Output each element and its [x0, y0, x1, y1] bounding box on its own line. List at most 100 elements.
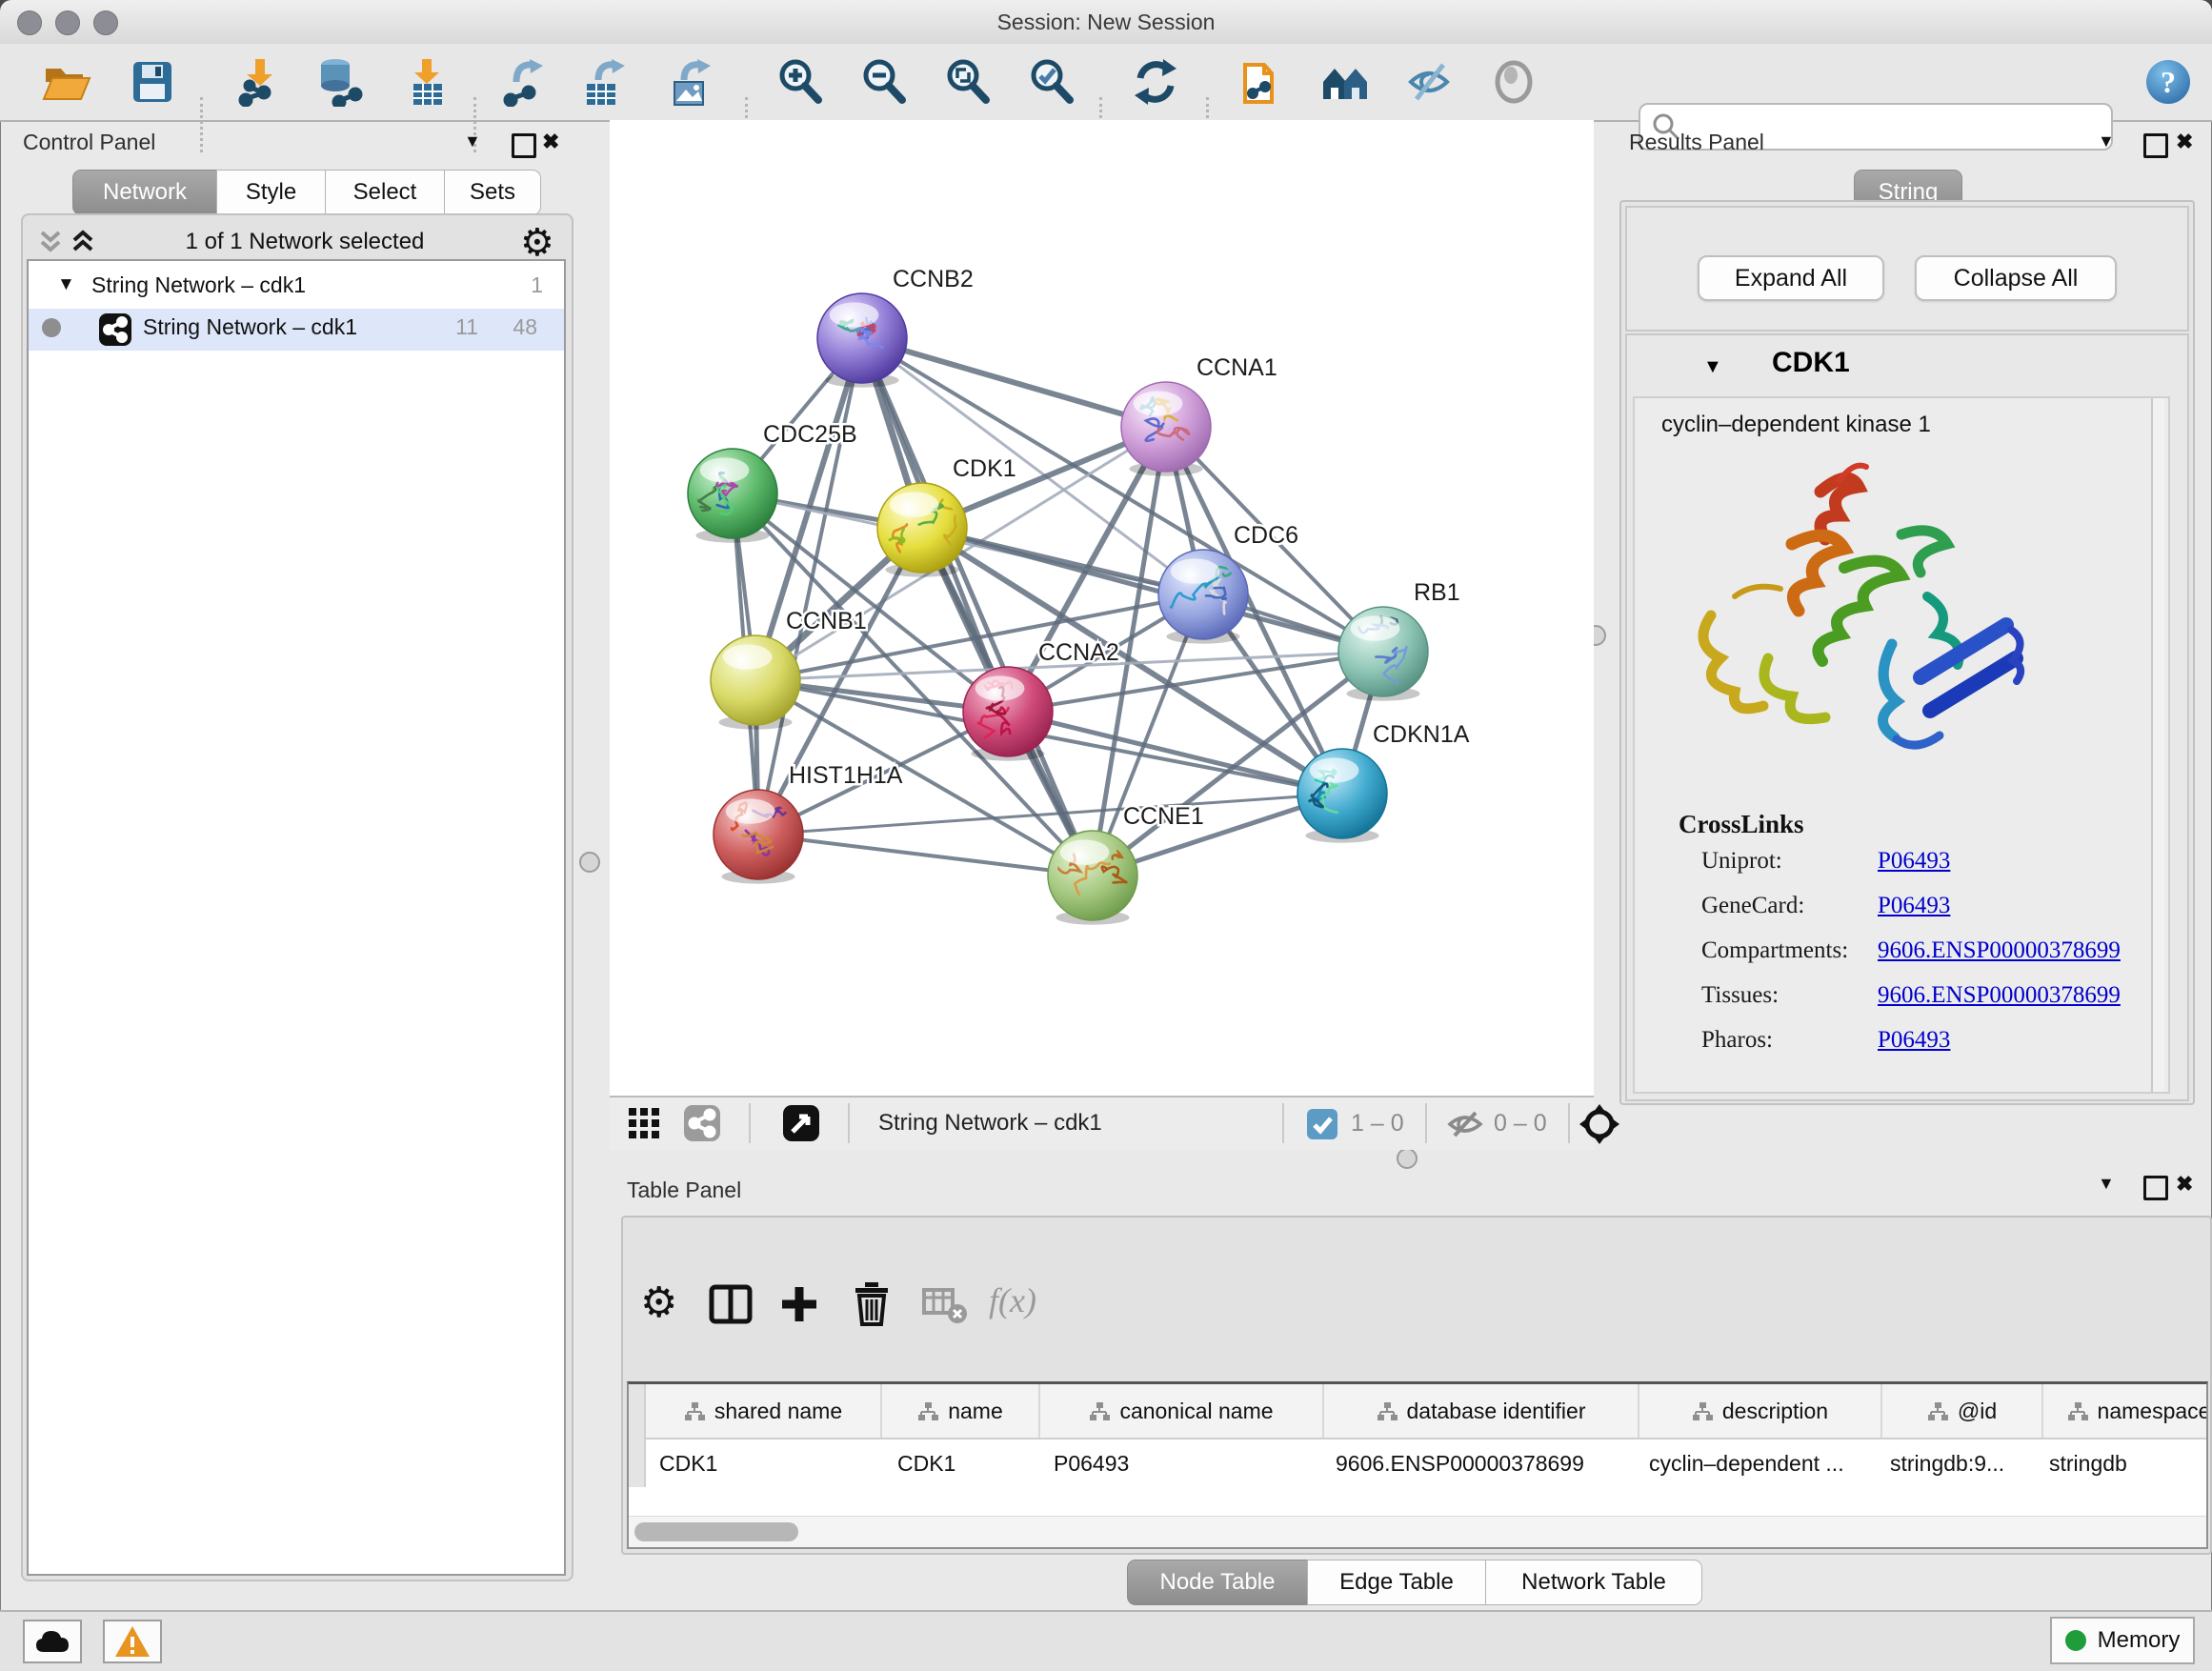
network-tree-root-row[interactable]: ▼ String Network – cdk1 1	[29, 267, 564, 309]
tree-expand-icon[interactable]: ▼	[57, 274, 75, 295]
results-panel-menu-icon[interactable]: ▼	[2098, 131, 2115, 151]
column-header-name[interactable]: name	[882, 1384, 1040, 1438]
crosslink-row: Tissues: 9606.ENSP00000378699	[1701, 982, 2149, 1027]
delete-column-icon[interactable]	[852, 1280, 892, 1326]
share-document-button[interactable]	[1236, 55, 1289, 109]
export-table-button[interactable]	[579, 55, 633, 109]
crosslink-value-compartments[interactable]: 9606.ENSP00000378699	[1878, 937, 2121, 964]
column-header-database-identifier[interactable]: database identifier	[1324, 1384, 1639, 1438]
crosslink-value-tissues[interactable]: 9606.ENSP00000378699	[1878, 982, 2121, 1009]
table-row[interactable]: CDK1CDK1P064939606.ENSP00000378699cyclin…	[646, 1439, 2208, 1487]
tab-edge-table[interactable]: Edge Table	[1307, 1560, 1486, 1605]
table-panel-close-icon[interactable]: ✖	[2176, 1172, 2193, 1197]
network-node-RB1[interactable]: RB1	[1336, 579, 1459, 701]
table-settings-gear-icon[interactable]: ⚙	[640, 1278, 677, 1327]
warnings-button[interactable]	[103, 1620, 162, 1663]
network-canvas[interactable]: CCNB2CCNA1CDC25BCDK1CDC6RB1CCNB1CCNA2CDK…	[610, 120, 1594, 1096]
column-header-canonical-name[interactable]: canonical name	[1040, 1384, 1324, 1438]
edge-CDK1-RB1[interactable]	[922, 528, 1383, 652]
crosslink-value-uniprot[interactable]: P06493	[1878, 848, 1950, 875]
network-collection-label: String Network – cdk1	[91, 272, 306, 298]
crosslink-value-pharos[interactable]: P06493	[1878, 1027, 1950, 1054]
column-header-id[interactable]: @id	[1882, 1384, 2043, 1438]
results-panel-close-icon[interactable]: ✖	[2176, 130, 2193, 154]
table-panel-menu-icon[interactable]: ▼	[2098, 1174, 2115, 1194]
save-session-button[interactable]	[126, 55, 179, 109]
expand-all-button[interactable]: Expand All	[1698, 255, 1884, 301]
node-label-CDC6: CDC6	[1234, 522, 1298, 549]
gene-description: cyclin–dependent kinase 1	[1661, 412, 1931, 438]
memory-button[interactable]: Memory	[2050, 1617, 2195, 1664]
results-panel-title: Results Panel	[1629, 130, 1764, 155]
collapse-all-button[interactable]: Collapse All	[1915, 255, 2117, 301]
split-columns-icon[interactable]	[709, 1284, 753, 1324]
network-node-CDK1[interactable]: CDK1	[877, 455, 1016, 577]
help-button[interactable]: ?	[2142, 55, 2195, 109]
control-panel-menu-icon[interactable]: ▼	[464, 131, 481, 151]
table-panel-float-icon[interactable]	[2143, 1176, 2168, 1200]
edge-CCNB2-HIST1H1A[interactable]	[758, 338, 862, 835]
network-tree-item-row[interactable]: String Network – cdk1 11 48	[29, 309, 564, 351]
import-network-file-button[interactable]	[232, 55, 286, 109]
import-table-file-button[interactable]	[400, 55, 453, 109]
collapse-all-icon[interactable]	[36, 229, 67, 257]
network-node-CCNB2[interactable]: CCNB2	[817, 266, 974, 388]
cloud-button[interactable]	[23, 1620, 82, 1663]
edge-CCNB2-CCNA1[interactable]	[862, 338, 1166, 427]
hide-selected-button[interactable]	[1403, 55, 1457, 109]
tab-sets[interactable]: Sets	[444, 170, 541, 215]
node-count: 11	[455, 314, 478, 340]
edge-CCNB2-CCNE1[interactable]	[862, 338, 1093, 876]
crosslink-value-genecard[interactable]: P06493	[1878, 893, 1950, 919]
function-builder-icon: f(x)	[989, 1280, 1036, 1320]
network-node-CCNA1[interactable]: CCNA1	[1121, 354, 1277, 476]
show-all-button[interactable]	[1487, 55, 1540, 109]
left-splitter-handle[interactable]	[579, 852, 600, 873]
crosslink-label: Tissues:	[1701, 982, 1779, 1008]
network-node-HIST1H1A[interactable]: HIST1H1A	[714, 762, 903, 884]
string-view-icon[interactable]	[684, 1105, 720, 1141]
export-image-button[interactable]	[665, 55, 718, 109]
selected-checkbox-icon[interactable]	[1307, 1109, 1337, 1139]
network-node-CDKN1A[interactable]: CDKN1A	[1297, 721, 1470, 843]
fit-content-crosshair-icon[interactable]	[1579, 1104, 1619, 1144]
table-cell: cyclin–dependent ...	[1632, 1451, 1873, 1477]
table-rows: CDK1CDK1P064939606.ENSP00000378699cyclin…	[646, 1439, 2208, 1487]
zoom-out-button[interactable]	[857, 55, 911, 109]
control-panel-float-icon[interactable]	[512, 133, 536, 158]
status-bar: Memory	[0, 1610, 2212, 1671]
birdseye-view-icon[interactable]	[783, 1105, 819, 1141]
crosslink-label: Uniprot:	[1701, 848, 1782, 874]
collection-count: 1	[531, 272, 543, 298]
scrollbar-thumb[interactable]	[634, 1522, 798, 1541]
network-view-toolbar: String Network – cdk1 1 – 0 0 – 0	[610, 1096, 1594, 1150]
zoom-selected-button[interactable]	[1025, 55, 1078, 109]
tab-node-table[interactable]: Node Table	[1127, 1560, 1308, 1605]
export-network-button[interactable]	[499, 55, 553, 109]
grid-view-icon[interactable]	[629, 1108, 661, 1140]
tab-select[interactable]: Select	[325, 170, 445, 215]
zoom-fit-button[interactable]	[941, 55, 995, 109]
network-node-CCNB1[interactable]: CCNB1	[711, 608, 867, 730]
control-panel-close-icon[interactable]: ✖	[542, 130, 559, 154]
column-header-shared-name[interactable]: shared name	[646, 1384, 882, 1438]
zoom-in-button[interactable]	[774, 55, 827, 109]
tab-network-table[interactable]: Network Table	[1485, 1560, 1702, 1605]
bottom-splitter-handle[interactable]	[1397, 1148, 1418, 1169]
results-vertical-scrollbar[interactable]	[2151, 398, 2164, 1092]
network-view-title: String Network – cdk1	[878, 1110, 1102, 1137]
main-toolbar: ?	[0, 44, 2212, 122]
expand-all-icon[interactable]	[69, 229, 99, 257]
add-column-icon[interactable]	[779, 1284, 819, 1324]
results-panel-float-icon[interactable]	[2143, 133, 2168, 158]
string-home-button[interactable]	[1319, 55, 1373, 109]
import-network-database-button[interactable]	[312, 55, 366, 109]
tab-network[interactable]: Network	[72, 170, 217, 215]
refresh-button[interactable]	[1129, 55, 1182, 109]
gene-collapse-icon[interactable]: ▼	[1703, 356, 1722, 378]
column-header-description[interactable]: description	[1639, 1384, 1882, 1438]
column-header-namespace[interactable]: namespace	[2043, 1384, 2208, 1438]
edge-HIST1H1A-CCNE1[interactable]	[758, 835, 1093, 876]
tab-style[interactable]: Style	[216, 170, 326, 215]
open-session-button[interactable]	[40, 55, 93, 109]
